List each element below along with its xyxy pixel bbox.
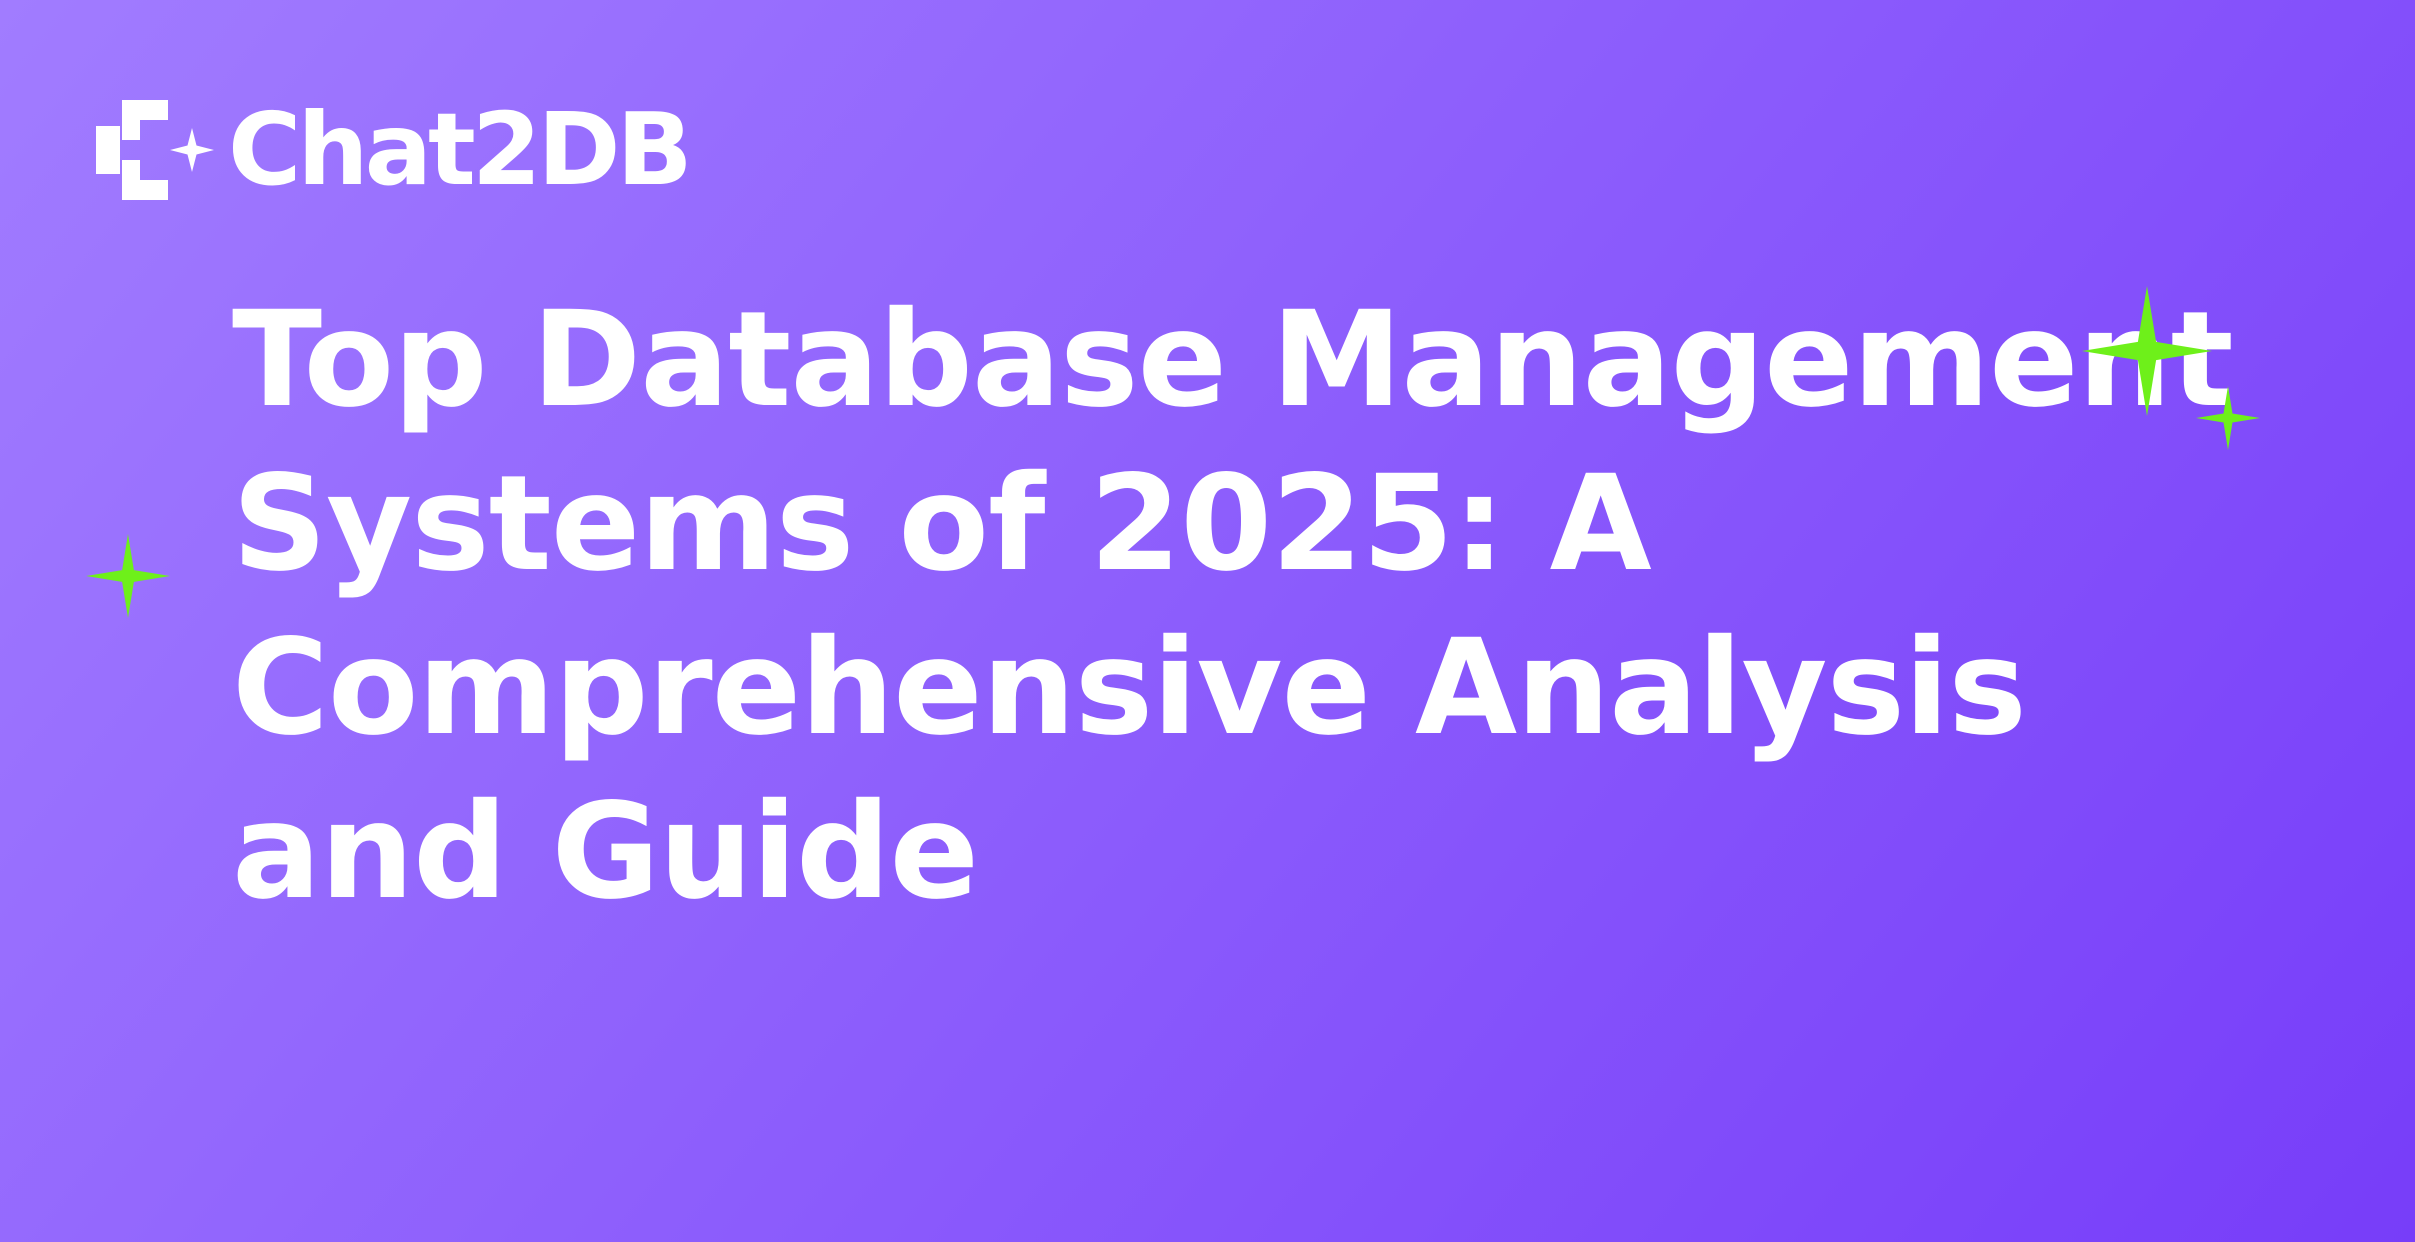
- headline-line-2: Systems of 2025: A: [232, 447, 1652, 601]
- brand-name: Chat2DB: [228, 91, 693, 208]
- article-headline: Top Database Management Systems of 2025:…: [232, 278, 2234, 934]
- brand-logo: Chat2DB: [96, 91, 693, 208]
- headline-line-3: Comprehensive Analysis: [232, 611, 2027, 765]
- chat2db-logo-icon: [96, 100, 214, 200]
- headline-line-4: and Guide: [232, 775, 979, 929]
- sparkle-small-icon: [2196, 386, 2260, 450]
- blog-cover-banner: Chat2DB Top Database Management Systems …: [0, 0, 2415, 1242]
- sparkle-large-icon: [2082, 286, 2212, 416]
- headline-line-1: Top Database Management: [232, 283, 2234, 437]
- sparkle-left-icon: [86, 534, 170, 618]
